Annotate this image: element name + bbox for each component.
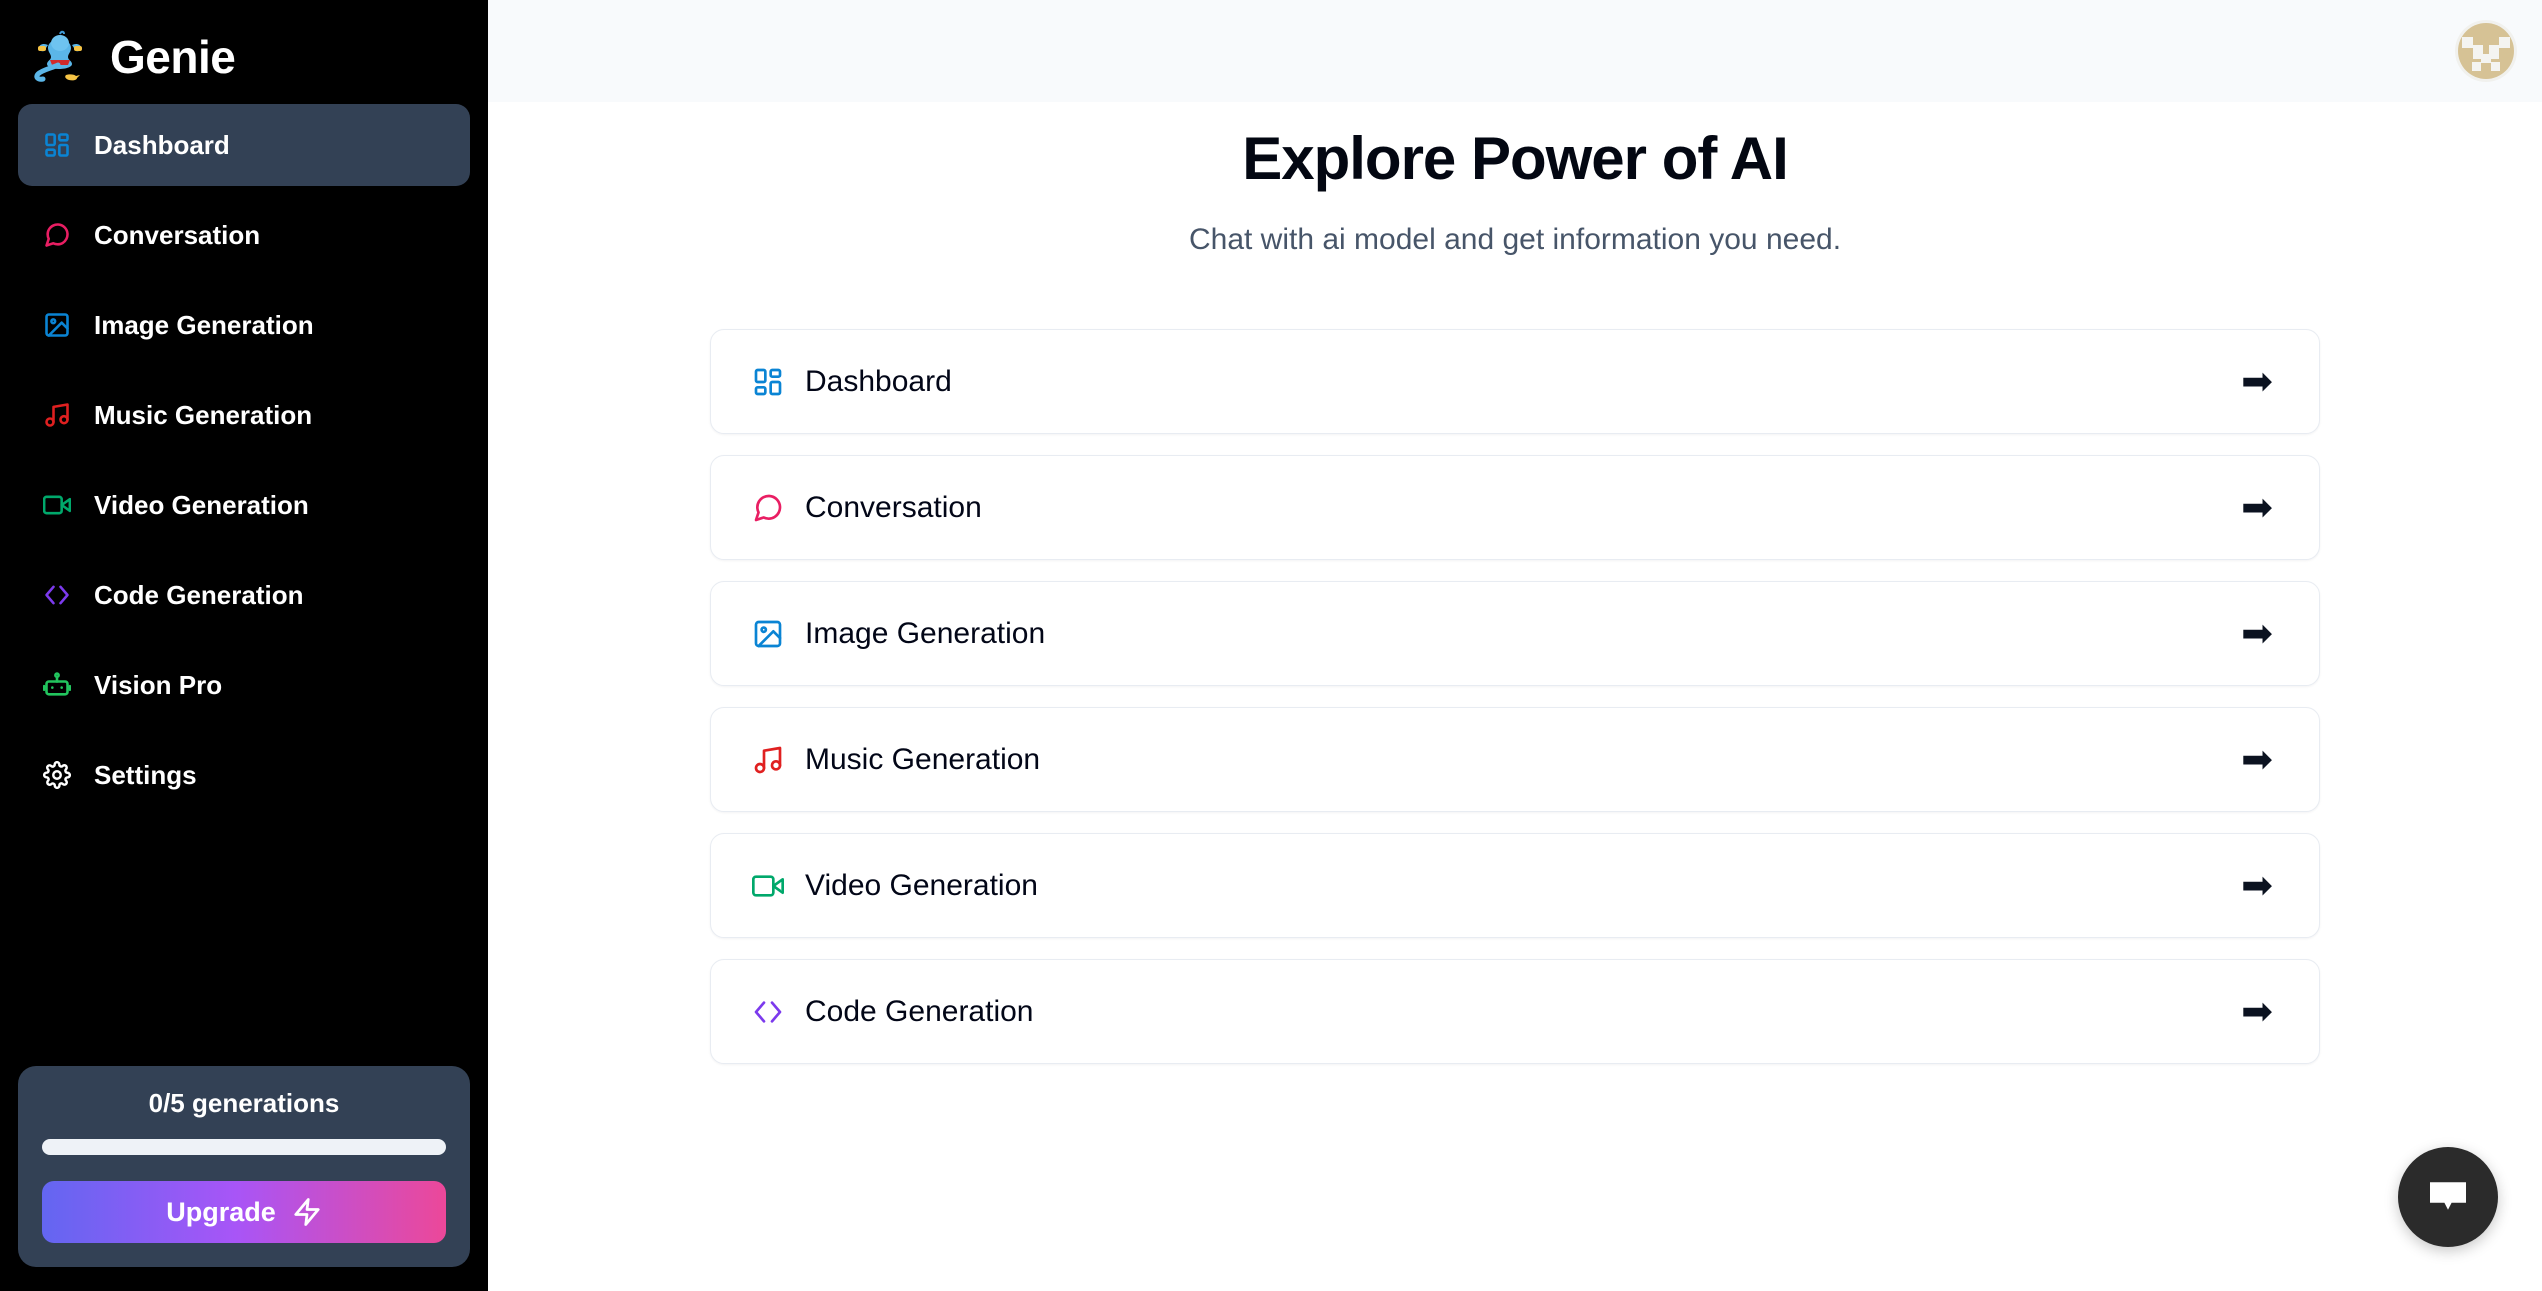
image-icon bbox=[42, 310, 72, 340]
zap-icon bbox=[292, 1197, 322, 1227]
gear-icon bbox=[42, 760, 72, 790]
upgrade-button-label: Upgrade bbox=[166, 1196, 276, 1227]
feature-card-dashboard[interactable]: Dashboard ➡ bbox=[710, 329, 2320, 434]
arrow-right-icon[interactable]: ➡ bbox=[2235, 363, 2279, 401]
feature-card-list: Dashboard ➡ Conversation ➡ Image Generat… bbox=[710, 329, 2320, 1064]
sidebar-item-conversation[interactable]: Conversation bbox=[18, 194, 470, 276]
feature-card-label: Image Generation bbox=[805, 616, 1046, 650]
sidebar-item-label: Settings bbox=[94, 759, 197, 790]
avatar-pixel bbox=[2472, 62, 2481, 71]
message-square-icon bbox=[751, 491, 785, 525]
robot-icon bbox=[42, 670, 72, 700]
genie-lamp-logo-icon bbox=[28, 29, 92, 85]
music-note-icon bbox=[751, 743, 785, 777]
brand-name: Genie bbox=[110, 31, 236, 83]
feature-card-music-generation[interactable]: Music Generation ➡ bbox=[710, 707, 2320, 812]
sidebar-item-label: Vision Pro bbox=[94, 669, 223, 700]
feature-card-image-generation[interactable]: Image Generation ➡ bbox=[710, 581, 2320, 686]
message-square-icon bbox=[42, 220, 72, 250]
code-brackets-icon bbox=[42, 580, 72, 610]
avatar-pixel bbox=[2491, 62, 2500, 71]
sidebar-item-settings[interactable]: Settings bbox=[18, 734, 470, 816]
sidebar-item-label: Code Generation bbox=[94, 579, 304, 610]
feature-card-label: Conversation bbox=[805, 490, 982, 524]
app-root: Genie Dashboard Conversation Image Gener… bbox=[0, 0, 2542, 1291]
arrow-right-icon[interactable]: ➡ bbox=[2235, 615, 2279, 653]
avatar-pixel bbox=[2462, 37, 2473, 48]
sidebar-item-label: Image Generation bbox=[94, 309, 314, 340]
video-camera-icon bbox=[42, 490, 72, 520]
sidebar-item-vision-pro[interactable]: Vision Pro bbox=[18, 644, 470, 726]
upgrade-button[interactable]: Upgrade bbox=[42, 1181, 446, 1243]
layout-dashboard-icon bbox=[42, 130, 72, 160]
feature-card-video-generation[interactable]: Video Generation ➡ bbox=[710, 833, 2320, 938]
sidebar-item-code-generation[interactable]: Code Generation bbox=[18, 554, 470, 636]
feature-card-code-generation[interactable]: Code Generation ➡ bbox=[710, 959, 2320, 1064]
sidebar-item-image-generation[interactable]: Image Generation bbox=[18, 284, 470, 366]
video-camera-icon bbox=[751, 869, 785, 903]
feature-card-label: Dashboard bbox=[805, 364, 952, 398]
avatar-pixel bbox=[2481, 54, 2491, 63]
feature-card-label: Video Generation bbox=[805, 868, 1038, 902]
generations-count: 0/5 generations bbox=[148, 1088, 340, 1118]
sidebar-item-label: Music Generation bbox=[94, 399, 313, 430]
sidebar-item-label: Video Generation bbox=[94, 489, 309, 520]
feature-card-label: Music Generation bbox=[805, 742, 1041, 776]
layout-dashboard-icon bbox=[751, 365, 785, 399]
main-area: Explore Power of AI Chat with ai model a… bbox=[488, 0, 2542, 1291]
main-content: Explore Power of AI Chat with ai model a… bbox=[488, 102, 2542, 1291]
chat-bubble-icon bbox=[2424, 1173, 2472, 1221]
music-note-icon bbox=[42, 400, 72, 430]
sidebar-item-music-generation[interactable]: Music Generation bbox=[18, 374, 470, 456]
chat-support-button[interactable] bbox=[2398, 1147, 2498, 1247]
sidebar: Genie Dashboard Conversation Image Gener… bbox=[0, 0, 488, 1291]
sidebar-nav: Dashboard Conversation Image Generation … bbox=[0, 96, 488, 824]
arrow-right-icon[interactable]: ➡ bbox=[2235, 867, 2279, 905]
arrow-right-icon[interactable]: ➡ bbox=[2235, 993, 2279, 1031]
avatar-pixel bbox=[2499, 37, 2510, 48]
feature-card-label: Code Generation bbox=[805, 994, 1034, 1028]
generations-progress-bar bbox=[42, 1139, 446, 1155]
topbar bbox=[488, 0, 2542, 102]
feature-card-conversation[interactable]: Conversation ➡ bbox=[710, 455, 2320, 560]
page-subtitle: Chat with ai model and get information y… bbox=[1188, 223, 1842, 256]
avatar[interactable] bbox=[2458, 23, 2514, 79]
arrow-right-icon[interactable]: ➡ bbox=[2235, 741, 2279, 779]
code-brackets-icon bbox=[751, 995, 785, 1029]
page-title: Explore Power of AI bbox=[1242, 125, 1789, 192]
brand[interactable]: Genie bbox=[0, 0, 488, 96]
sidebar-item-video-generation[interactable]: Video Generation bbox=[18, 464, 470, 546]
upgrade-card: 0/5 generations Upgrade bbox=[18, 1066, 470, 1267]
sidebar-item-label: Conversation bbox=[94, 219, 261, 250]
image-icon bbox=[751, 617, 785, 651]
arrow-right-icon[interactable]: ➡ bbox=[2235, 489, 2279, 527]
sidebar-item-dashboard[interactable]: Dashboard bbox=[18, 104, 470, 186]
sidebar-item-label: Dashboard bbox=[94, 129, 230, 160]
